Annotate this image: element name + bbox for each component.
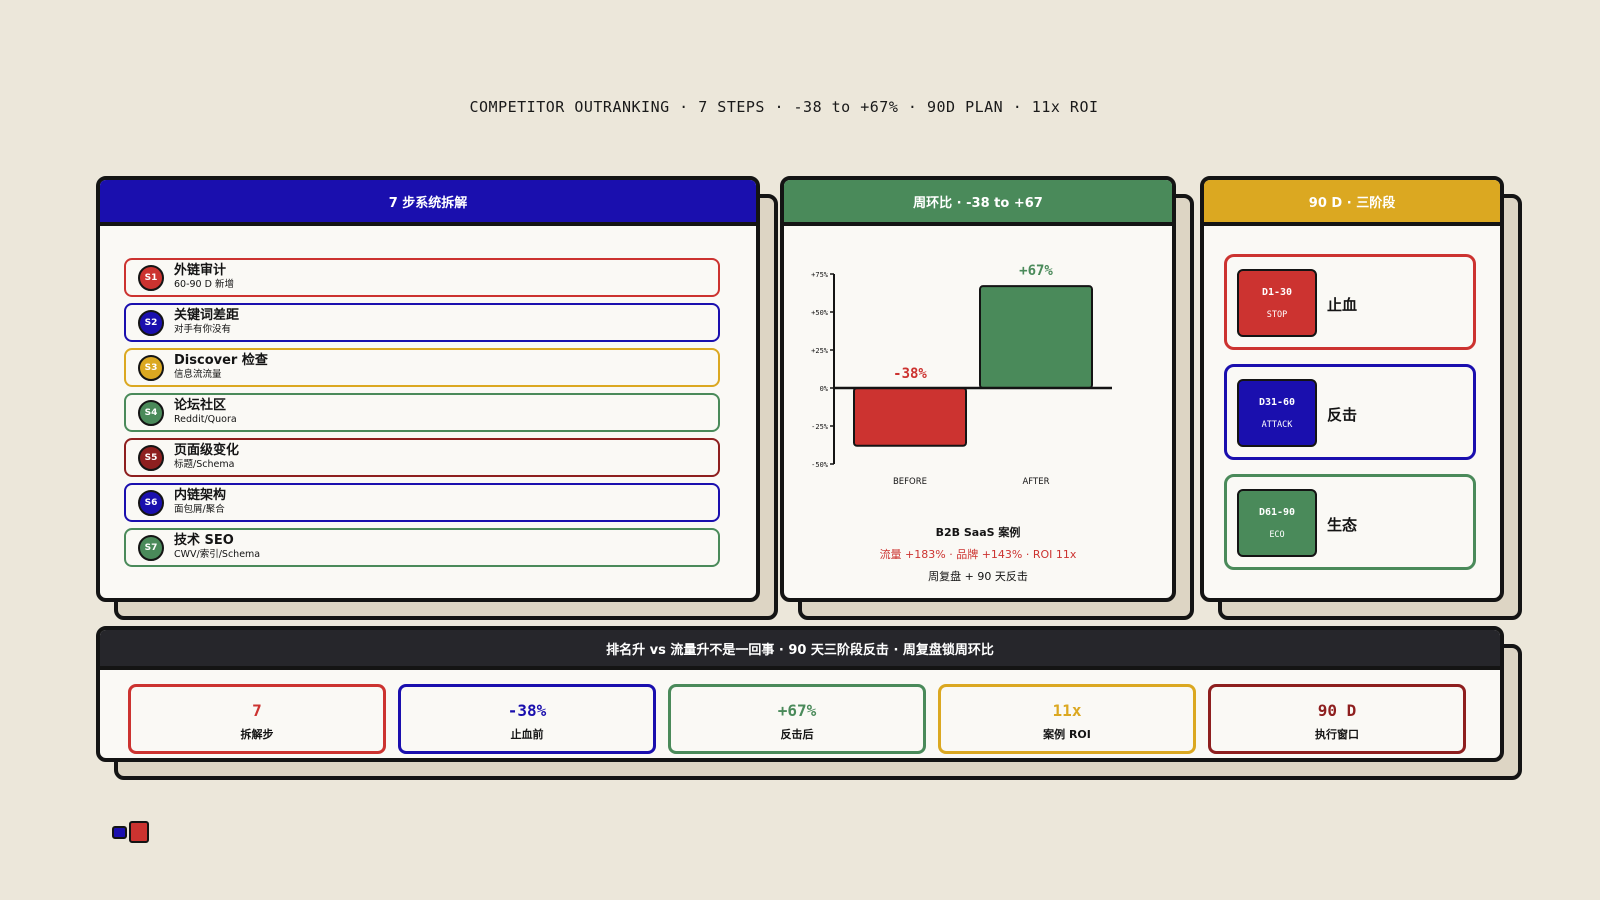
- step-item-s3: S3 Discover 检查 信息流流量: [124, 348, 720, 387]
- y-tick-label: -50%: [811, 461, 829, 469]
- phase-tag: D1-30 STOP: [1237, 269, 1317, 337]
- phase-range: D1-30: [1261, 286, 1293, 298]
- phase-name: 止血: [1327, 296, 1358, 314]
- step-title: 外链审计: [174, 263, 227, 279]
- bar-after: [979, 285, 1093, 389]
- step-badge: S4: [138, 399, 164, 426]
- page-title: COMPETITOR OUTRANKING · 7 STEPS · -38 to…: [469, 98, 1099, 116]
- stat-value: -38%: [507, 701, 547, 720]
- step-item-s5: S5 页面级变化 标题/Schema: [124, 438, 720, 477]
- step-title: 论坛社区: [174, 398, 227, 414]
- stat-value: +67%: [777, 701, 817, 720]
- step-subtitle: 信息流流量: [174, 369, 222, 381]
- y-tick-label: +75%: [811, 271, 829, 279]
- step-text: Discover 检查 信息流流量: [174, 353, 268, 381]
- stat-label: 执行窗口: [1315, 728, 1359, 741]
- step-title: 页面级变化: [174, 443, 240, 459]
- step-badge: S7: [138, 534, 164, 561]
- step-subtitle: 面包屑/聚合: [174, 504, 225, 516]
- step-title: 内链架构: [174, 488, 227, 504]
- step-subtitle: CWV/索引/Schema: [174, 549, 261, 561]
- step-text: 论坛社区 Reddit/Quora: [174, 398, 237, 426]
- step-item-s4: S4 论坛社区 Reddit/Quora: [124, 393, 720, 432]
- step-item-s1: S1 外链审计 60-90 D 新增: [124, 258, 720, 297]
- step-item-s2: S2 关键词差距 对手有你没有: [124, 303, 720, 342]
- y-tick-label: +50%: [811, 309, 829, 317]
- step-badge: S5: [138, 444, 164, 471]
- stat-label: 止血前: [510, 728, 544, 741]
- phase-range: D61-90: [1258, 506, 1296, 518]
- step-subtitle: 标题/Schema: [174, 459, 235, 471]
- step-text: 技术 SEO CWV/索引/Schema: [174, 533, 261, 561]
- phase-range: D31-60: [1258, 396, 1296, 408]
- stat-card-3: +67% 反击后: [668, 684, 926, 754]
- step-title: 技术 SEO: [174, 533, 234, 549]
- step-subtitle: 对手有你没有: [174, 324, 232, 336]
- step-text: 页面级变化 标题/Schema: [174, 443, 240, 471]
- step-title: 关键词差距: [174, 308, 240, 324]
- summary-panel: 排名升 vs 流量升不是一回事 · 90 天三阶段反击 · 周复盘锁周环比 7 拆…: [96, 626, 1504, 762]
- phases-panel: 90 D · 三阶段 D1-30 STOP 止血 D31-60 ATTACK 反击 D61-…: [1200, 176, 1504, 602]
- stat-card-4: 11x 案例 ROI: [938, 684, 1196, 754]
- summary-panel-header: 排名升 vs 流量升不是一回事 · 90 天三阶段反击 · 周复盘锁周环比: [100, 630, 1500, 670]
- y-tick-label: 0%: [820, 385, 829, 393]
- phase-code: ATTACK: [1261, 419, 1293, 430]
- step-text: 关键词差距 对手有你没有: [174, 308, 240, 336]
- phase-tag: D61-90 ECO: [1237, 489, 1317, 557]
- phase-card-3: D61-90 ECO 生态: [1224, 474, 1476, 570]
- stat-card-1: 7 拆解步: [128, 684, 386, 754]
- stat-value: 11x: [1052, 701, 1082, 720]
- phase-code: STOP: [1266, 309, 1288, 320]
- step-subtitle: Reddit/Quora: [174, 414, 237, 426]
- step-badge: S6: [138, 489, 164, 516]
- bar-value-label: +67%: [1019, 263, 1053, 279]
- chart-panel: 周环比 · -38 to +67 +75% +50% +25% 0% -25% -50% -…: [780, 176, 1176, 602]
- steps-panel-header: 7 步系统拆解: [100, 180, 756, 226]
- step-text: 内链架构 面包屑/聚合: [174, 488, 227, 516]
- chart-caption-note: 周复盘 + 90 天反击: [928, 570, 1028, 583]
- stat-card-5: 90 D 执行窗口: [1208, 684, 1466, 754]
- phases-panel-header: 90 D · 三阶段: [1204, 180, 1500, 226]
- bar-before: [853, 387, 967, 447]
- x-category-label: BEFORE: [893, 477, 927, 487]
- stat-value: 90 D: [1317, 701, 1357, 720]
- step-badge: S1: [138, 264, 164, 291]
- stat-value: 7: [252, 701, 262, 720]
- stat-card-2: -38% 止血前: [398, 684, 656, 754]
- phase-code: ECO: [1269, 529, 1285, 540]
- phase-card-1: D1-30 STOP 止血: [1224, 254, 1476, 350]
- step-text: 外链审计 60-90 D 新增: [174, 263, 234, 291]
- phase-tag: D31-60 ATTACK: [1237, 379, 1317, 447]
- chart-caption-metrics: 流量 +183% · 品牌 +143% · ROI 11x: [879, 548, 1077, 561]
- step-badge: S3: [138, 354, 164, 381]
- y-tick-label: -25%: [811, 423, 829, 431]
- logo-blue-block: [112, 826, 127, 839]
- x-category-label: AFTER: [1022, 477, 1049, 487]
- stat-label: 拆解步: [240, 728, 274, 741]
- chart-caption-title: B2B SaaS 案例: [935, 526, 1021, 539]
- steps-panel: 7 步系统拆解 S1 外链审计 60-90 D 新增 S2 关键词差距 对手有你没有 S3 D…: [96, 176, 760, 602]
- stat-label: 案例 ROI: [1043, 728, 1091, 741]
- step-item-s7: S7 技术 SEO CWV/索引/Schema: [124, 528, 720, 567]
- bar-value-label: -38%: [893, 366, 927, 382]
- step-badge: S2: [138, 309, 164, 336]
- phase-name: 反击: [1327, 406, 1358, 424]
- stat-label: 反击后: [780, 728, 814, 741]
- phase-card-2: D31-60 ATTACK 反击: [1224, 364, 1476, 460]
- chart-panel-header: 周环比 · -38 to +67: [784, 180, 1172, 226]
- step-title: Discover 检查: [174, 353, 268, 369]
- y-tick-label: +25%: [811, 347, 829, 355]
- logo-red-block: [129, 821, 149, 843]
- step-subtitle: 60-90 D 新增: [174, 279, 234, 291]
- step-item-s6: S6 内链架构 面包屑/聚合: [124, 483, 720, 522]
- phase-name: 生态: [1327, 516, 1358, 534]
- bar-chart: +75% +50% +25% 0% -25% -50% -38% BEFORE +67% AFTE…: [811, 263, 1112, 487]
